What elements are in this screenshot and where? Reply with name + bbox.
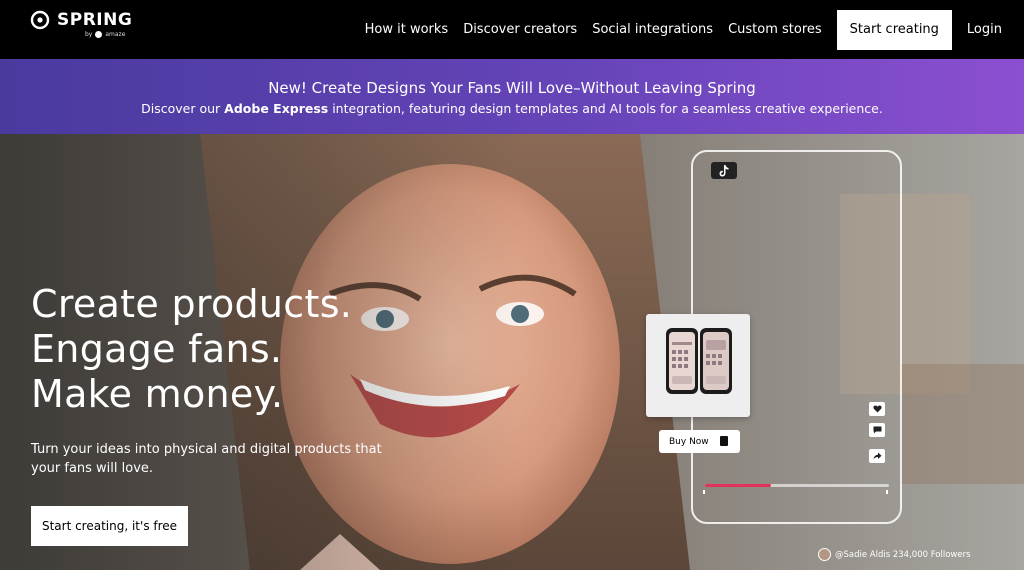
creator-avatar	[818, 548, 831, 561]
hero-headline: Create products. Engage fans. Make money…	[31, 282, 352, 417]
logo-brand-text: amaze	[105, 31, 126, 38]
headline-line-2: Engage fans.	[31, 327, 283, 371]
share-icon[interactable]	[869, 449, 885, 463]
video-progress-bar[interactable]	[705, 484, 889, 487]
video-progress-fill	[705, 484, 772, 487]
buy-now-label: Buy Now	[669, 436, 709, 447]
nav-link-how-it-works[interactable]: How it works	[365, 22, 449, 37]
nav-link-discover-creators[interactable]: Discover creators	[463, 22, 577, 37]
spring-logo[interactable]: SPRING by amaze	[30, 8, 140, 42]
login-link[interactable]: Login	[967, 22, 1002, 37]
logo-wordmark: SPRING	[57, 10, 133, 30]
logo-byline: by amaze	[85, 31, 125, 38]
product-card[interactable]	[646, 314, 750, 417]
nav-link-social-integrations[interactable]: Social integrations	[592, 22, 713, 37]
heart-icon[interactable]	[869, 402, 885, 416]
start-creating-button[interactable]: Start creating	[836, 9, 952, 50]
nav-link-custom-stores[interactable]: Custom stores	[728, 22, 822, 37]
spring-logo-icon	[30, 10, 50, 30]
start-creating-free-button[interactable]: Start creating, it's free	[31, 506, 188, 546]
video-side-actions	[869, 402, 885, 470]
hero-subtext: Turn your ideas into physical and digita…	[31, 442, 382, 476]
banner-sub-prefix: Discover our	[141, 101, 225, 116]
top-navigation: SPRING by amaze How it works Discover cr…	[0, 0, 1024, 59]
comment-icon[interactable]	[869, 423, 885, 437]
creator-credit: @Sadie Aldis 234,000 Followers	[818, 548, 971, 561]
hero-section: Create products. Engage fans. Make money…	[0, 134, 1024, 570]
nav-links: How it works Discover creators Social in…	[365, 0, 1024, 59]
banner-sub-suffix: integration, featuring design templates …	[328, 101, 883, 116]
buy-now-button[interactable]: Buy Now	[659, 430, 740, 453]
creator-credit-text: @Sadie Aldis 234,000 Followers	[835, 549, 971, 560]
shopping-bag-icon	[720, 436, 728, 446]
phone-case-product-image	[666, 328, 732, 394]
banner-subtitle: Discover our Adobe Express integration, …	[0, 101, 1024, 116]
tiktok-icon	[711, 162, 737, 179]
logo-by-text: by	[85, 31, 93, 38]
headline-line-3: Make money.	[31, 372, 284, 416]
progress-start-tick	[703, 490, 705, 494]
headline-line-1: Create products.	[31, 282, 353, 326]
progress-end-tick	[886, 490, 888, 494]
announcement-banner[interactable]: New! Create Designs Your Fans Will Love–…	[0, 59, 1024, 134]
amaze-icon	[95, 31, 103, 38]
banner-title: New! Create Designs Your Fans Will Love–…	[268, 79, 756, 97]
banner-sub-bold: Adobe Express	[224, 101, 329, 116]
